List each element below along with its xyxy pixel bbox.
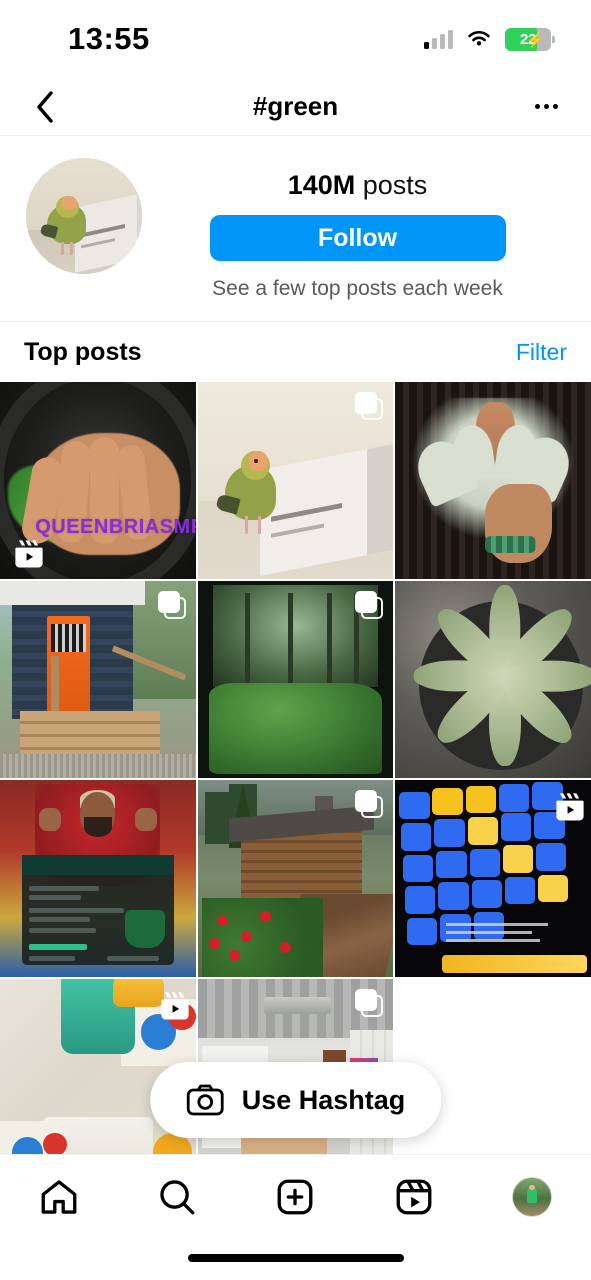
posts-grid: QUEENBRIASMR xyxy=(0,382,591,1176)
tab-home[interactable] xyxy=(29,1171,89,1223)
reels-icon xyxy=(158,989,189,1020)
carousel-icon xyxy=(355,392,384,420)
post-username-overlay: QUEENBRIASMR xyxy=(35,515,196,538)
status-time: 13:55 xyxy=(68,21,150,56)
tab-search[interactable] xyxy=(147,1171,207,1223)
grid-post[interactable] xyxy=(395,382,591,579)
carousel-icon xyxy=(355,591,384,619)
wifi-icon xyxy=(468,31,490,46)
grid-post[interactable] xyxy=(395,581,591,778)
status-indicators: 22 ⚡ xyxy=(424,27,555,51)
cellular-signal-icon xyxy=(424,29,453,49)
carousel-icon xyxy=(157,591,186,619)
filter-button[interactable]: Filter xyxy=(516,339,567,366)
ellipsis-icon xyxy=(534,104,540,109)
avatar[interactable] xyxy=(26,158,142,274)
search-icon xyxy=(160,1180,195,1215)
bottom-tab-bar xyxy=(0,1154,591,1280)
status-bar: 13:55 22 ⚡ xyxy=(0,0,591,78)
home-icon xyxy=(41,1180,77,1214)
page-title: #green xyxy=(252,91,339,121)
grid-post[interactable] xyxy=(197,382,394,579)
posts-count: 140M xyxy=(287,170,356,200)
back-button[interactable] xyxy=(28,90,62,124)
instagram-hashtag-screen: 13:55 22 ⚡ #green 140M posts Follow See … xyxy=(0,0,591,1280)
tab-create[interactable] xyxy=(265,1171,325,1223)
carousel-icon xyxy=(355,989,384,1017)
posts-label: posts xyxy=(362,170,428,200)
grid-post[interactable] xyxy=(0,581,196,778)
nav-header: #green xyxy=(0,78,591,136)
grid-post[interactable] xyxy=(197,780,394,977)
follow-subtitle: See a few top posts each week xyxy=(212,277,503,300)
grid-post[interactable] xyxy=(0,780,196,977)
top-posts-bar: Top posts Filter xyxy=(0,322,591,382)
grid-post[interactable] xyxy=(395,780,591,977)
hashtag-profile-header: 140M posts Follow See a few top posts ea… xyxy=(0,136,591,322)
tab-reels[interactable] xyxy=(384,1171,444,1223)
chevron-left-icon xyxy=(37,90,53,123)
battery-charging-icon: 22 ⚡ xyxy=(505,27,555,51)
posts-count-line: 140M posts xyxy=(288,170,428,201)
use-hashtag-label: Use Hashtag xyxy=(241,1084,406,1115)
plus-square-icon xyxy=(278,1179,313,1215)
profile-avatar xyxy=(511,1177,552,1217)
follow-button[interactable]: Follow xyxy=(209,215,506,261)
hashtag-avatar xyxy=(26,158,142,274)
home-indicator xyxy=(187,1254,404,1262)
section-title: Top posts xyxy=(24,337,142,366)
reels-icon xyxy=(553,790,584,821)
reels-icon xyxy=(396,1179,432,1215)
grid-post[interactable]: QUEENBRIASMR xyxy=(0,382,196,579)
more-options-button[interactable] xyxy=(529,90,563,124)
carousel-icon xyxy=(355,790,384,818)
tab-profile[interactable] xyxy=(502,1171,562,1223)
camera-icon xyxy=(186,1084,224,1116)
grid-post[interactable] xyxy=(197,581,394,778)
use-hashtag-button[interactable]: Use Hashtag xyxy=(149,1062,442,1138)
reels-icon xyxy=(12,537,43,568)
